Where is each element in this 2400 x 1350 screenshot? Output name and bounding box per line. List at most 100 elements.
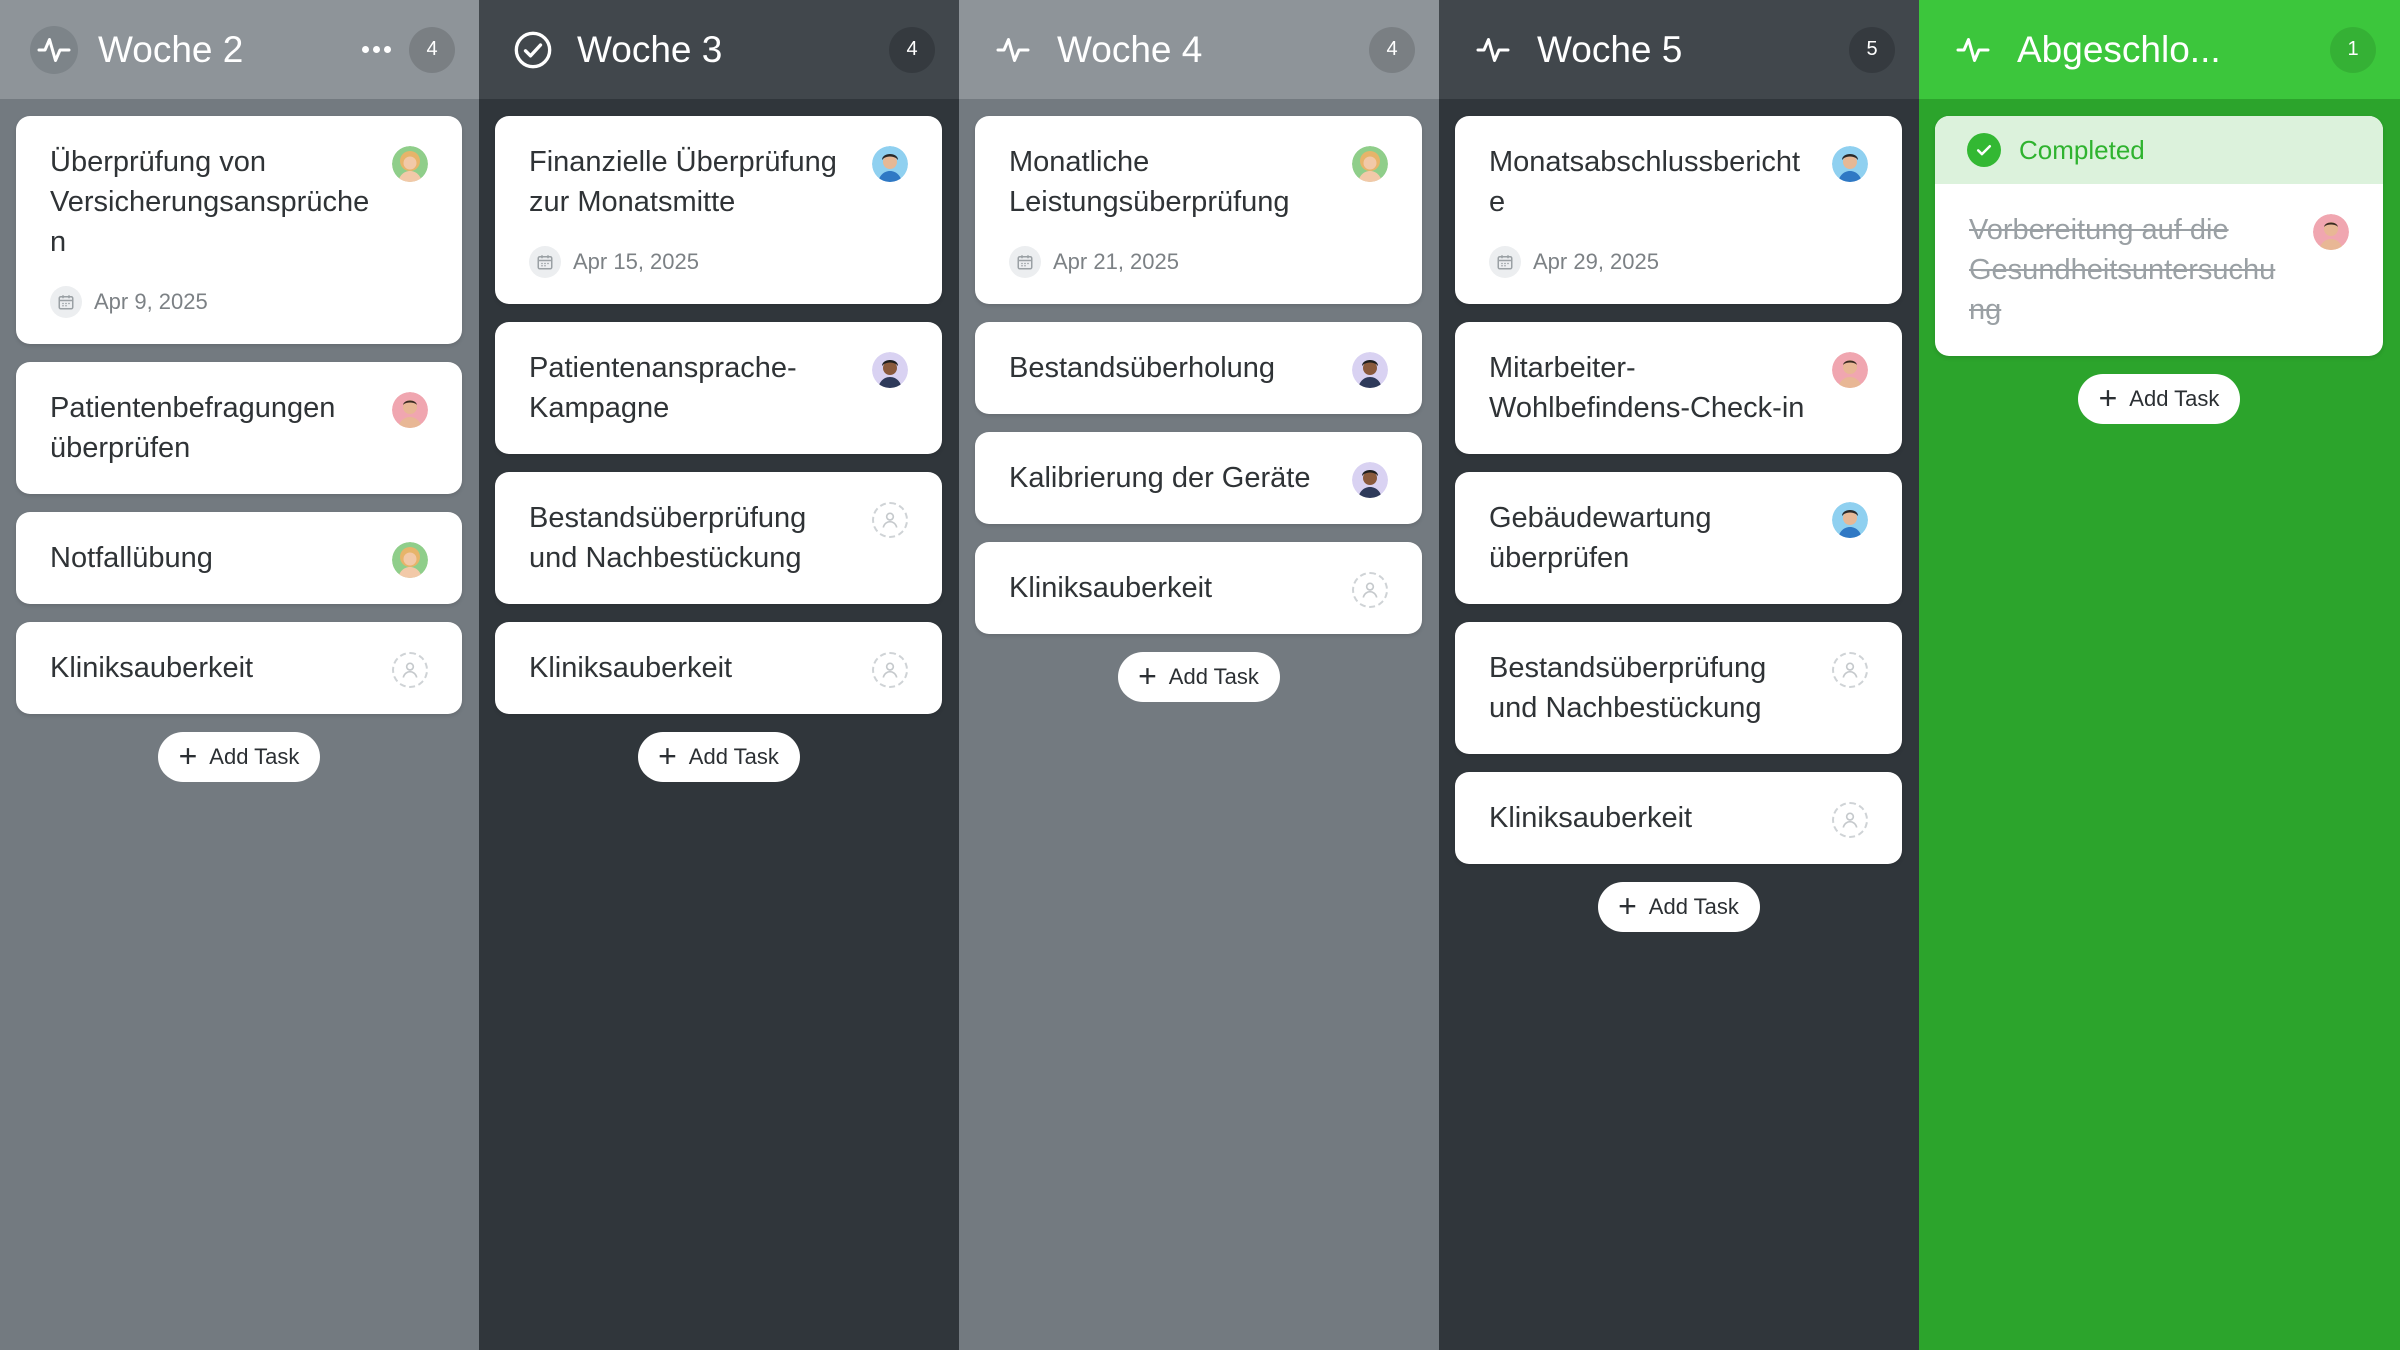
task-title: Bestandsüberholung [1009, 352, 1276, 384]
task-title: Patientenansprache-Kampagne [529, 352, 797, 424]
completed-banner: Completed [1935, 116, 2383, 184]
task-title: Kliniksauberkeit [1009, 572, 1213, 604]
man-red-shirt-avatar[interactable] [1832, 352, 1868, 388]
activity-pulse-icon [989, 26, 1037, 74]
unassigned-user-icon[interactable] [872, 652, 908, 688]
man-red-shirt-avatar[interactable] [392, 392, 428, 428]
column-title: Woche 4 [1057, 28, 1203, 70]
task-card[interactable]: Monatsabschlussbericht e Apr 29, 2025 [1455, 116, 1902, 304]
task-card[interactable]: Finanzielle Überprüfung zur Monatsmitte … [495, 116, 942, 304]
task-due-date: Apr 9, 2025 [50, 286, 372, 318]
task-card[interactable]: Kliniksauberkeit [1455, 772, 1902, 864]
task-title: Bestandsüberprüfung und Nachbestückung [1489, 652, 1767, 724]
add-task-label: Add Task [1168, 664, 1259, 689]
column-header[interactable]: Abgeschlo... 1 [1919, 0, 2400, 99]
due-date-text: Apr 15, 2025 [573, 249, 699, 274]
check-circle-icon [509, 26, 557, 74]
unassigned-user-icon[interactable] [1352, 572, 1388, 608]
task-title: Gebäudewartung überprüfen [1489, 502, 1712, 574]
task-card[interactable]: Kliniksauberkeit [16, 622, 462, 714]
column-header[interactable]: Woche 2 4 [0, 0, 479, 99]
man-dark-avatar[interactable] [1352, 352, 1388, 388]
task-count-badge: 4 [1369, 26, 1415, 73]
column-title: Woche 5 [1537, 28, 1683, 70]
column-woche-4: Woche 4 4 Monatliche Leistungsüberprüfun… [959, 0, 1439, 1350]
task-title: Mitarbeiter-Wohlbefindens-Check-in [1489, 352, 1805, 424]
task-title: Vorbereitung auf die Gesundheitsuntersuc… [1969, 214, 2276, 326]
plus-icon: + [178, 737, 198, 774]
task-count-badge: 4 [889, 26, 935, 73]
completed-task-card[interactable]: Completed Vorbereitung auf die Gesundhei… [1935, 116, 2383, 356]
man-blue-avatar[interactable] [872, 146, 908, 182]
task-card[interactable]: Gebäudewartung überprüfen [1455, 472, 1902, 604]
calendar-icon [50, 286, 82, 318]
task-count-badge: 5 [1849, 26, 1895, 73]
calendar-icon [1009, 246, 1041, 278]
add-task-button[interactable]: + Add Task [637, 732, 800, 782]
column-header[interactable]: Woche 4 4 [959, 0, 1439, 99]
unassigned-user-icon[interactable] [1832, 802, 1868, 838]
task-title: Kliniksauberkeit [529, 652, 733, 684]
column-header[interactable]: Woche 5 5 [1439, 0, 1919, 99]
man-blue-avatar[interactable] [1832, 502, 1868, 538]
calendar-icon [1489, 246, 1521, 278]
task-title: Kliniksauberkeit [1489, 802, 1693, 834]
add-task-button[interactable]: + Add Task [1117, 652, 1280, 702]
activity-pulse-icon [1469, 26, 1517, 74]
task-card[interactable]: Überprüfung von Versicherungsansprüche n… [16, 116, 462, 344]
task-count-badge: 4 [409, 26, 455, 73]
man-dark-avatar[interactable] [872, 352, 908, 388]
task-title: Monatliche Leistungsüberprüfung [1009, 146, 1290, 218]
add-task-button[interactable]: + Add Task [1597, 882, 1760, 932]
unassigned-user-icon[interactable] [872, 502, 908, 538]
task-card[interactable]: Kliniksauberkeit [495, 622, 942, 714]
task-card[interactable]: Kalibrierung der Geräte [975, 432, 1422, 524]
task-card[interactable]: Bestandsüberholung [975, 322, 1422, 414]
task-title: Finanzielle Überprüfung zur Monatsmitte [529, 146, 837, 218]
task-card[interactable]: Bestandsüberprüfung und Nachbestückung [495, 472, 942, 604]
column-abgeschlossen: Abgeschlo... 1 Completed Vorbereitung au… [1919, 0, 2400, 1350]
task-card[interactable]: Patientenansprache-Kampagne [495, 322, 942, 454]
column-title: Woche 3 [577, 28, 723, 70]
more-options-icon[interactable] [362, 46, 391, 53]
task-due-date: Apr 15, 2025 [529, 246, 852, 278]
plus-icon: + [1618, 887, 1637, 924]
check-icon [1967, 133, 2001, 167]
plus-icon: + [1138, 657, 1157, 694]
man-dark-avatar[interactable] [1352, 462, 1388, 498]
add-task-label: Add Task [688, 744, 779, 769]
unassigned-user-icon[interactable] [1832, 652, 1868, 688]
due-date-text: Apr 9, 2025 [94, 289, 208, 314]
due-date-text: Apr 21, 2025 [1053, 249, 1179, 274]
column-woche-2: Woche 2 4 Überprüfung von Versicherungsa… [0, 0, 479, 1350]
task-card[interactable]: Kliniksauberkeit [975, 542, 1422, 634]
task-card[interactable]: Notfallübung [16, 512, 462, 604]
kanban-board: Woche 2 4 Überprüfung von Versicherungsa… [0, 0, 2400, 1350]
plus-icon: + [2098, 379, 2118, 416]
add-task-button[interactable]: + Add Task [158, 732, 320, 782]
task-title: Monatsabschlussbericht e [1489, 146, 1801, 218]
activity-pulse-icon [1949, 26, 1997, 74]
calendar-icon [529, 246, 561, 278]
woman-blonde-avatar[interactable] [1352, 146, 1388, 182]
task-title: Kliniksauberkeit [50, 652, 254, 684]
man-blue-avatar[interactable] [1832, 146, 1868, 182]
woman-blonde-avatar[interactable] [392, 542, 428, 578]
unassigned-user-icon[interactable] [392, 652, 428, 688]
column-woche-5: Woche 5 5 Monatsabschlussbericht e Apr 2… [1439, 0, 1919, 1350]
task-title: Patientenbefragungen überprüfen [50, 392, 336, 464]
column-title: Woche 2 [98, 28, 244, 70]
task-due-date: Apr 29, 2025 [1489, 246, 1812, 278]
task-card[interactable]: Mitarbeiter-Wohlbefindens-Check-in [1455, 322, 1902, 454]
task-card[interactable]: Bestandsüberprüfung und Nachbestückung [1455, 622, 1902, 754]
woman-blonde-avatar[interactable] [392, 146, 428, 182]
add-task-button[interactable]: + Add Task [2078, 374, 2240, 424]
man-red-shirt-avatar[interactable] [2313, 214, 2349, 250]
completed-label: Completed [2019, 134, 2145, 165]
activity-pulse-icon [30, 25, 78, 74]
task-card[interactable]: Monatliche Leistungsüberprüfung Apr 21, … [975, 116, 1422, 304]
task-title: Bestandsüberprüfung und Nachbestückung [529, 502, 807, 574]
column-header[interactable]: Woche 3 4 [479, 0, 959, 99]
task-card[interactable]: Patientenbefragungen überprüfen [16, 362, 462, 494]
add-task-label: Add Task [1648, 894, 1739, 919]
